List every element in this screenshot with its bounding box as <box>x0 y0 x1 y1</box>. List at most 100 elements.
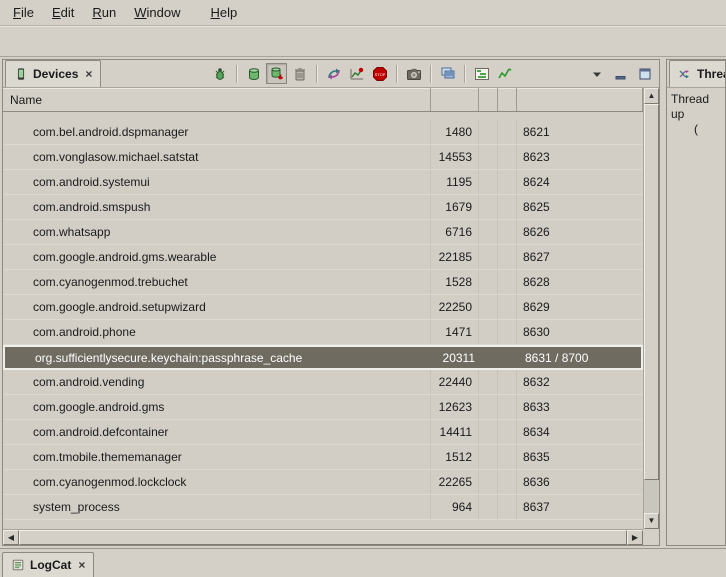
process-cell-empty <box>479 445 498 469</box>
scroll-right-button[interactable]: ▶ <box>627 530 643 545</box>
tab-devices[interactable]: Devices × <box>5 60 101 87</box>
process-pid: 1679 <box>431 195 479 219</box>
process-port: 8634 <box>517 420 643 444</box>
column-header-3[interactable] <box>498 88 517 111</box>
tab-logcat-close-button[interactable]: × <box>76 558 85 572</box>
process-name: com.android.smspush <box>3 195 431 219</box>
scroll-left-button[interactable]: ◀ <box>3 530 19 545</box>
process-cell-empty <box>498 470 517 494</box>
process-cell-empty <box>498 395 517 419</box>
process-row[interactable]: com.android.smspush16798625 <box>3 195 643 220</box>
process-cell-empty <box>498 145 517 169</box>
horizontal-scrollbar-track[interactable] <box>19 530 627 545</box>
process-row[interactable]: com.google.android.gms.wearable221858627 <box>3 245 643 270</box>
minimize-button[interactable] <box>610 63 631 84</box>
process-cell-empty <box>498 195 517 219</box>
process-name: com.vonglasow.michael.satstat <box>3 145 431 169</box>
process-port: 8635 <box>517 445 643 469</box>
process-row[interactable]: system_process9648637 <box>3 495 643 520</box>
process-pid: 964 <box>431 495 479 519</box>
start-method-profiling-button[interactable] <box>346 63 367 84</box>
update-heap-button[interactable] <box>243 63 264 84</box>
update-threads-button[interactable] <box>323 63 344 84</box>
process-pid: 22185 <box>431 245 479 269</box>
process-table-header: Name <box>3 88 643 112</box>
horizontal-scrollbar[interactable]: ◀ ▶ <box>3 529 643 545</box>
process-pid: 22440 <box>431 370 479 394</box>
process-port: 8633 <box>517 395 643 419</box>
process-cell-empty <box>479 220 498 244</box>
process-port: 8637 <box>517 495 643 519</box>
process-pid: 1471 <box>431 320 479 344</box>
process-name: com.android.vending <box>3 370 431 394</box>
vertical-scrollbar[interactable]: ▲ ▼ <box>643 88 659 529</box>
process-name: com.android.systemui <box>3 170 431 194</box>
column-header-1[interactable] <box>431 88 479 111</box>
process-pid: 1480 <box>431 120 479 144</box>
devices-panel: Devices × STOP Name com.bel.android.dspm… <box>2 59 660 546</box>
tab-logcat[interactable]: LogCat × <box>2 552 94 577</box>
process-cell-empty <box>479 495 498 519</box>
process-cell-empty <box>479 145 498 169</box>
menu-item-window[interactable]: Window <box>125 1 189 24</box>
process-row[interactable]: com.android.systemui11958624 <box>3 170 643 195</box>
view-hierarchy-button[interactable] <box>437 63 458 84</box>
screen-capture-button[interactable] <box>403 63 424 84</box>
process-name: com.whatsapp <box>3 220 431 244</box>
process-cell-empty <box>481 347 500 368</box>
process-row[interactable]: com.vonglasow.michael.satstat145538623 <box>3 145 643 170</box>
cause-gc-button[interactable] <box>289 63 310 84</box>
dump-hprof-button[interactable] <box>266 63 287 84</box>
process-row[interactable]: com.cyanogenmod.lockclock222658636 <box>3 470 643 495</box>
tab-threads[interactable]: Threads <box>669 60 726 87</box>
process-cell-empty <box>479 195 498 219</box>
process-name: com.google.android.setupwizard <box>3 295 431 319</box>
process-row[interactable]: com.cyanogenmod.trebuchet15288628 <box>3 270 643 295</box>
process-row[interactable]: com.android.vending224408632 <box>3 370 643 395</box>
threads-icon <box>678 67 692 81</box>
process-name: com.tmobile.thememanager <box>3 445 431 469</box>
column-header-name[interactable]: Name <box>3 88 431 111</box>
opengl-trace-button[interactable] <box>494 63 515 84</box>
process-cell-empty <box>498 220 517 244</box>
menu-item-file[interactable]: File <box>4 1 43 24</box>
vertical-scrollbar-track[interactable] <box>644 104 659 513</box>
maximize-button[interactable] <box>634 63 655 84</box>
process-pid: 22250 <box>431 295 479 319</box>
stop-process-button[interactable]: STOP <box>369 63 390 84</box>
process-port: 8628 <box>517 270 643 294</box>
column-header-4[interactable] <box>517 88 643 111</box>
scroll-down-button[interactable]: ▼ <box>644 513 659 529</box>
scroll-up-button[interactable]: ▲ <box>644 88 659 104</box>
menu-item-edit[interactable]: Edit <box>43 1 83 24</box>
logcat-icon <box>11 558 25 572</box>
process-row[interactable]: com.tmobile.thememanager15128635 <box>3 445 643 470</box>
toolbar-separator <box>464 65 465 83</box>
tab-devices-close-button[interactable]: × <box>83 67 92 81</box>
process-row[interactable]: com.bel.android.dspmanager14808621 <box>3 120 643 145</box>
process-row[interactable]: com.google.android.gms126238633 <box>3 395 643 420</box>
horizontal-scrollbar-thumb[interactable] <box>19 530 627 545</box>
view-menu-button[interactable] <box>586 63 607 84</box>
threads-message-line: ( <box>671 122 721 137</box>
process-row[interactable]: com.google.android.setupwizard222508629 <box>3 295 643 320</box>
process-pid: 22265 <box>431 470 479 494</box>
process-table: Name com.bel.android.dspmanager14808621c… <box>3 88 659 545</box>
column-header-2[interactable] <box>479 88 498 111</box>
process-cell-empty <box>479 470 498 494</box>
process-row[interactable]: com.android.defcontainer144118634 <box>3 420 643 445</box>
process-name: com.cyanogenmod.lockclock <box>3 470 431 494</box>
process-port: 8630 <box>517 320 643 344</box>
process-cell-empty <box>479 120 498 144</box>
vertical-scrollbar-thumb[interactable] <box>644 104 659 480</box>
process-port: 8621 <box>517 120 643 144</box>
systrace-button[interactable] <box>471 63 492 84</box>
debug-process-button[interactable] <box>209 63 230 84</box>
process-row[interactable]: com.android.phone14718630 <box>3 320 643 345</box>
process-row[interactable]: com.whatsapp67168626 <box>3 220 643 245</box>
process-cell-empty <box>479 395 498 419</box>
menu-item-help[interactable]: Help <box>201 1 246 24</box>
devices-panel-header: Devices × STOP <box>3 60 659 88</box>
process-row-selected[interactable]: org.sufficientlysecure.keychain:passphra… <box>3 345 643 370</box>
menu-item-run[interactable]: Run <box>83 1 125 24</box>
